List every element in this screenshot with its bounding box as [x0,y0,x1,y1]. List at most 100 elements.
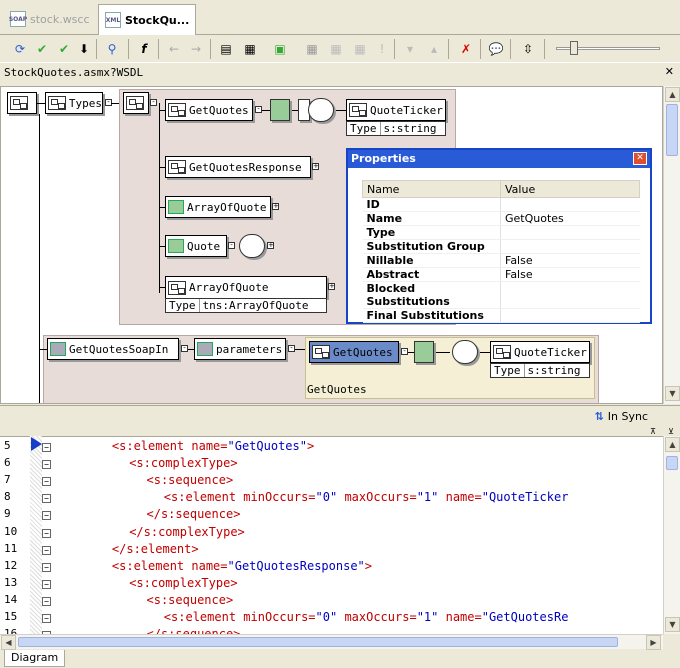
property-row[interactable]: Type [362,225,640,240]
function-icon[interactable]: f [134,39,154,59]
validate-icon[interactable]: ✔ [32,39,52,59]
validate-all-icon[interactable]: ✔ [54,39,74,59]
property-row[interactable]: Final Substitutions [362,308,640,323]
code-text: <s:complexType> [129,575,238,590]
collapse-down-icon[interactable]: ⊻ [664,427,678,436]
code-line[interactable]: 14 − <s:sequence> [0,593,663,610]
address-text: StockQuotes.asmx?WSDL [4,66,144,79]
close-icon[interactable]: ✕ [633,152,647,165]
line-number: 15 [4,610,18,623]
code-line[interactable]: 16−</s:sequence> [0,627,663,634]
scrollbar-thumb[interactable] [666,456,678,470]
code-line[interactable]: 11 − </s:element> [0,542,663,559]
diagram-vertical-scrollbar[interactable]: ▲ ▼ [663,86,680,404]
fold-toggle-icon[interactable]: − [42,460,51,470]
sync-icon: ⇅ [594,410,604,423]
property-row[interactable]: Substitution Group [362,239,640,254]
quote-node[interactable]: Quote [165,235,227,257]
code-editor[interactable]: 5 − <s:element name="GetQuotes"> 6 − <s:compl… [0,436,663,634]
getquotes-node[interactable]: GetQuotes [165,99,253,121]
arrayofquote-node[interactable]: ArrayOfQuote [165,196,271,218]
download-icon[interactable]: ⬇ [74,39,94,59]
tab-stock-wscc[interactable]: SOAP stock.wscc [4,6,96,32]
fold-toggle-icon[interactable]: − [42,596,51,606]
property-row[interactable]: Nillable False [362,253,640,268]
element-icon[interactable]: ▤ [216,39,236,59]
zoom-slider-handle[interactable] [570,41,578,55]
code-text: <s:element minOccurs="0" maxOccurs="1" n… [163,490,569,505]
code-text: <s:sequence> [146,473,234,488]
fold-toggle-icon[interactable]: − [42,477,51,487]
code-line[interactable]: 10 − </s:complexType> [0,525,663,542]
scrollbar-thumb[interactable] [18,637,618,647]
fold-toggle-icon[interactable]: − [42,494,51,504]
arrayofquote-element-node[interactable]: ArrayOfQuote [165,276,327,298]
getquotes-selected-node[interactable]: GetQuotes [309,341,399,363]
property-row[interactable]: Abstract False [362,267,640,282]
property-row[interactable]: ID [362,197,640,212]
line-number: 10 [4,524,18,538]
code-horizontal-scrollbar[interactable]: ◀ ▶ [0,634,663,650]
attribute-icon[interactable]: ▣ [270,39,290,59]
code-line[interactable]: 7 − <s:sequence> [0,473,663,490]
back-arrow-icon[interactable]: ← [164,39,184,59]
types-node[interactable]: Types [45,92,103,114]
warning-icon[interactable]: ! [372,39,392,59]
line-number: 14 [4,592,18,606]
schema-node[interactable] [123,92,149,114]
forward-arrow-icon[interactable]: → [186,39,206,59]
line-number: 13 [4,575,18,589]
code-text: <s:element minOccurs="0" maxOccurs="1" n… [163,610,569,624]
choice-icon[interactable]: ▦ [326,39,346,59]
all-icon[interactable]: ▦ [350,39,370,59]
scrollbar-thumb[interactable] [666,104,678,156]
code-line[interactable]: 6 − <s:complexType> [0,456,663,473]
code-vertical-scrollbar[interactable]: ▲ ▼ [663,436,680,634]
getquotesresponse-node[interactable]: GetQuotesResponse [165,156,311,178]
fold-toggle-icon[interactable]: − [42,562,51,572]
fold-toggle-icon[interactable]: − [42,511,51,521]
collapse-up-icon[interactable]: ⊼ [646,427,660,436]
code-line[interactable]: 9 − </s:sequence> [0,507,663,524]
view-tabs: Diagram [0,650,680,668]
code-line[interactable]: 5 − <s:element name="GetQuotes"> [0,439,663,456]
delete-icon[interactable]: ✗ [456,39,476,59]
code-line[interactable]: 12 − <s:element name="GetQuotesResponse"> [0,559,663,576]
quoteticker-2-node[interactable]: QuoteTicker [490,341,590,363]
add-element-icon[interactable]: ▦ [240,39,260,59]
refresh-icon[interactable]: ⟳ [10,39,30,59]
fold-toggle-icon[interactable]: − [42,443,51,452]
quoteticker-node[interactable]: QuoteTicker [346,99,446,121]
schema-root-node[interactable] [7,92,37,114]
sync-bar: ⇅ In Sync [0,405,680,427]
comment-icon[interactable]: 💬 [486,39,506,59]
code-line[interactable]: 8 − <s:element minOccurs="0" maxOccurs="1"… [0,490,663,507]
properties-table: Name Value ID Name GetQuotes Type Substitu… [362,180,640,323]
fold-toggle-icon[interactable]: − [42,545,51,555]
sequence-icon[interactable]: ▦ [302,39,322,59]
code-line[interactable]: 15 − <s:element minOccurs="0" maxOccurs="1… [0,610,663,627]
tab-diagram[interactable]: Diagram [4,650,66,667]
line-number: 11 [4,541,18,555]
parameters-node[interactable]: parameters [194,338,286,360]
toolbar: ⟳ ✔ ✔ ⬇ ⚲ f ← → ▤ ▦ ▣ ▦ ▦ ▦ ! ▾ ▴ ✗ 💬 ⇳ [0,36,680,62]
fold-toggle-icon[interactable]: − [42,614,51,623]
move-down-icon[interactable]: ▾ [400,39,420,59]
line-number: 8 [4,490,11,504]
sync-status[interactable]: ⇅ In Sync [595,410,648,423]
close-icon[interactable]: ✕ [665,65,674,78]
search-icon[interactable]: ⚲ [102,39,122,59]
fit-icon[interactable]: ⇳ [518,39,538,59]
move-up-icon[interactable]: ▴ [424,39,444,59]
complex-type-icon [270,99,290,121]
property-row[interactable]: Blocked Substitutions [362,281,640,309]
property-row[interactable]: Name GetQuotes [362,211,640,226]
group-label: GetQuotes [307,383,367,396]
current-line-marker-icon [31,437,42,451]
code-line[interactable]: 13 − <s:complexType> [0,576,663,593]
tab-stockquotes[interactable]: XML StockQu... [98,4,197,35]
fold-toggle-icon[interactable]: − [42,579,51,589]
fold-toggle-icon[interactable]: − [42,528,51,538]
col-name-header: Name [362,180,501,198]
getquotessoapin-node[interactable]: GetQuotesSoapIn [47,338,179,360]
